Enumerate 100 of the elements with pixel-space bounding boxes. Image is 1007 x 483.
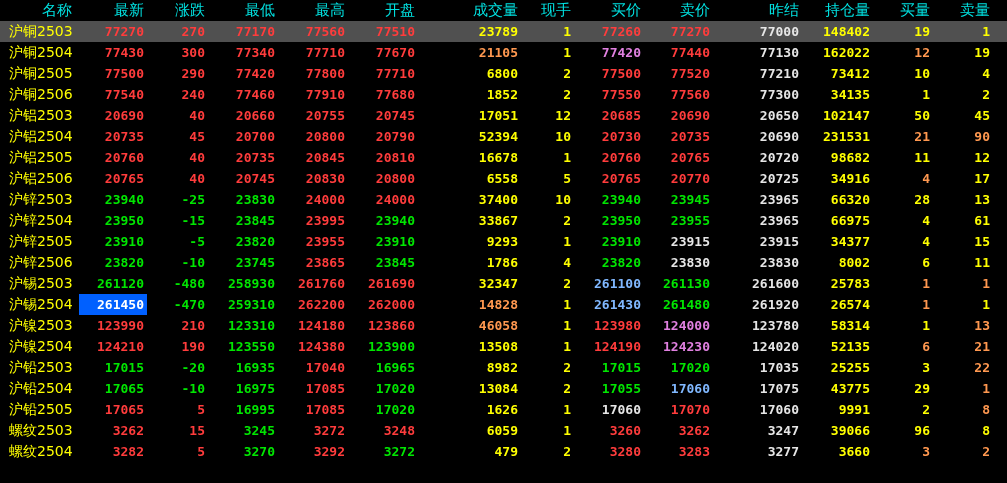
quote-value: 23965 <box>759 194 799 205</box>
quote-value: 20735 <box>235 152 275 163</box>
quote-value: 1 <box>563 404 571 415</box>
quote-value: 17055 <box>601 383 641 394</box>
quote-value: 22 <box>974 362 990 373</box>
quote-value: 12 <box>555 110 571 121</box>
quote-value: 23940 <box>601 194 641 205</box>
column-header[interactable]: 开盘 <box>348 0 418 21</box>
table-row[interactable]: 沪铝2503 20690 40 20660 20755 20745 17051 12 20685 20690 20650 102147 50 45 <box>0 105 1007 126</box>
quote-value: 77510 <box>375 26 415 37</box>
column-header[interactable]: 最新 <box>75 0 147 21</box>
column-header[interactable]: 最低 <box>208 0 278 21</box>
table-row[interactable]: 螺纹2503 3262 15 3245 3272 3248 6059 1 3260 3262 3247 39066 96 8 <box>0 420 1007 441</box>
table-row[interactable]: 沪铝2505 20760 40 20735 20845 20810 16678 1 20760 20765 20720 98682 11 12 <box>0 147 1007 168</box>
column-header[interactable]: 买量 <box>873 0 933 21</box>
quote-value: 17065 <box>104 383 144 394</box>
quote-value: 58314 <box>830 320 870 331</box>
column-header[interactable]: 涨跌 <box>147 0 208 21</box>
table-row[interactable]: 沪铅2503 17015 -20 16935 17040 16965 8982 2 17015 17020 17035 25255 3 22 <box>0 357 1007 378</box>
quote-value: -470 <box>173 299 205 310</box>
table-row[interactable]: 沪铜2506 77540 240 77460 77910 77680 1852 2 77550 77560 77300 34135 1 2 <box>0 84 1007 105</box>
quote-value: 2 <box>922 404 930 415</box>
quote-value: 1 <box>563 152 571 163</box>
quote-value: 3270 <box>243 446 275 457</box>
table-row[interactable]: 沪镍2504 124210 190 123550 124380 123900 13508 1 124190 124230 124020 52135 6 21 <box>0 336 1007 357</box>
quote-value: 32347 <box>478 278 518 289</box>
table-row[interactable]: 沪锡2504 261450 -470 259310 262200 262000 14828 1 261430 261480 261920 26574 1 1 <box>0 294 1007 315</box>
table-row[interactable]: 沪铅2504 17065 -10 16975 17085 17020 13084 2 17055 17060 17075 43775 29 1 <box>0 378 1007 399</box>
contract-name: 沪铜2506 <box>8 84 74 104</box>
column-header[interactable]: 名称 <box>0 0 75 21</box>
contract-name: 沪铝2504 <box>8 126 74 146</box>
quote-value: 1786 <box>486 257 518 268</box>
quote-value: 8 <box>982 425 990 436</box>
quote-value: 261920 <box>752 299 799 310</box>
table-row[interactable]: 沪锌2503 23940 -25 23830 24000 24000 37400 10 23940 23945 23965 66320 28 13 <box>0 189 1007 210</box>
quote-value: 23940 <box>104 194 144 205</box>
quote-value: 20790 <box>375 131 415 142</box>
column-header[interactable]: 持仓量 <box>802 0 873 21</box>
contract-name: 沪铝2503 <box>8 105 74 125</box>
column-header[interactable]: 卖价 <box>644 0 713 21</box>
quote-value: 33867 <box>478 215 518 226</box>
column-header[interactable]: 卖量 <box>933 0 993 21</box>
quote-value: 77910 <box>305 89 345 100</box>
quote-value: 4 <box>982 68 990 79</box>
column-header[interactable]: 现手 <box>521 0 574 21</box>
quote-value: 23745 <box>235 257 275 268</box>
quote-value: 2 <box>563 278 571 289</box>
quote-value: 2 <box>563 89 571 100</box>
quote-value: 12 <box>914 47 930 58</box>
quote-value: 52135 <box>830 341 870 352</box>
table-row[interactable]: 沪铜2505 77500 290 77420 77800 77710 6800 2 77500 77520 77210 73412 10 4 <box>0 63 1007 84</box>
quote-value: 3262 <box>678 425 710 436</box>
quote-value: 5 <box>563 173 571 184</box>
table-row[interactable]: 沪铜2503 77270 270 77170 77560 77510 23789 1 77260 77270 77000 148402 19 1 <box>0 21 1007 42</box>
quote-value: 10 <box>555 194 571 205</box>
quote-value: 3272 <box>383 446 415 457</box>
quote-value: 20830 <box>305 173 345 184</box>
quote-value: 123900 <box>368 341 415 352</box>
quote-value: 77560 <box>305 26 345 37</box>
quote-value: 3280 <box>609 446 641 457</box>
contract-name: 沪铜2505 <box>8 63 74 83</box>
quote-value: 23830 <box>759 257 799 268</box>
quote-value: 17060 <box>601 404 641 415</box>
column-header[interactable]: 最高 <box>278 0 348 21</box>
quote-value: 16965 <box>375 362 415 373</box>
quote-value: 261600 <box>752 278 799 289</box>
quote-value: 20735 <box>104 131 144 142</box>
quote-value: 4 <box>922 173 930 184</box>
table-row[interactable]: 沪镍2503 123990 210 123310 124180 123860 46058 1 123980 124000 123780 58314 1 13 <box>0 315 1007 336</box>
quote-value: 4 <box>922 215 930 226</box>
table-row[interactable]: 沪锌2505 23910 -5 23820 23955 23910 9293 1 23910 23915 23915 34377 4 15 <box>0 231 1007 252</box>
table-row[interactable]: 沪铜2504 77430 300 77340 77710 77670 21105 1 77420 77440 77130 162022 12 19 <box>0 42 1007 63</box>
quote-value: 13 <box>974 194 990 205</box>
column-header[interactable]: 昨结 <box>713 0 802 21</box>
table-row[interactable]: 沪锡2503 261120 -480 258930 261760 261690 32347 2 261100 261130 261600 25783 1 1 <box>0 273 1007 294</box>
quote-value: 20720 <box>759 152 799 163</box>
quote-value: 40 <box>189 152 205 163</box>
table-row[interactable]: 沪锌2504 23950 -15 23845 23995 23940 33867 2 23950 23955 23965 66975 4 61 <box>0 210 1007 231</box>
table-row[interactable]: 沪铝2506 20765 40 20745 20830 20800 6558 5 20765 20770 20725 34916 4 17 <box>0 168 1007 189</box>
quote-value: 20755 <box>305 110 345 121</box>
table-row[interactable]: 沪铝2504 20735 45 20700 20800 20790 52394 10 20730 20735 20690 231531 21 90 <box>0 126 1007 147</box>
quote-value: 1852 <box>486 89 518 100</box>
quote-value: -10 <box>181 257 205 268</box>
quote-value: 25255 <box>830 362 870 373</box>
table-row[interactable]: 螺纹2504 3282 5 3270 3292 3272 479 2 3280 3283 3277 3660 3 2 <box>0 441 1007 462</box>
quote-value: 3292 <box>313 446 345 457</box>
table-row[interactable]: 沪铅2505 17065 5 16995 17085 17020 1626 1 17060 17070 17060 9991 2 8 <box>0 399 1007 420</box>
quote-value: 1 <box>922 89 930 100</box>
quote-value: 23820 <box>104 257 144 268</box>
quote-value: 1 <box>563 236 571 247</box>
quote-value: 20845 <box>305 152 345 163</box>
quote-value: 29 <box>914 383 930 394</box>
quote-value: 90 <box>974 131 990 142</box>
table-row[interactable]: 沪锌2506 23820 -10 23745 23865 23845 1786 4 23820 23830 23830 8002 6 11 <box>0 252 1007 273</box>
column-header[interactable]: 买价 <box>574 0 644 21</box>
quote-value: 96 <box>914 425 930 436</box>
column-header[interactable]: 成交量 <box>418 0 521 21</box>
quote-value: 1 <box>563 320 571 331</box>
quote-value: 240 <box>181 89 205 100</box>
quote-value: 20735 <box>670 131 710 142</box>
